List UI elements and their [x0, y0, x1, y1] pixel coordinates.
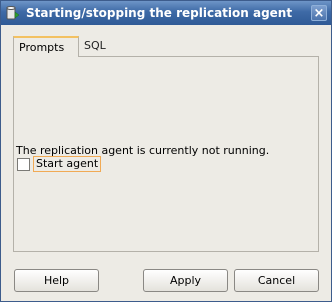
tab-prompts-label: Prompts [19, 41, 65, 54]
tab-prompts[interactable]: Prompts [13, 36, 79, 57]
start-agent-checkbox[interactable] [17, 158, 30, 171]
tab-sql-label: SQL [84, 39, 106, 52]
close-button[interactable]: × [311, 5, 327, 21]
help-button-label: Help [43, 274, 70, 287]
cancel-button-label: Cancel [257, 274, 296, 287]
apply-button-label: Apply [169, 274, 202, 287]
help-button[interactable]: Help [14, 269, 99, 292]
database-icon [6, 5, 20, 21]
dialog-title: Starting/stopping the replication agent [26, 6, 293, 20]
start-agent-label[interactable]: Start agent [33, 156, 102, 172]
tab-sql[interactable]: SQL [79, 36, 115, 57]
cancel-button[interactable]: Cancel [234, 269, 319, 292]
title-bar[interactable]: Starting/stopping the replication agent … [1, 1, 331, 25]
apply-button[interactable]: Apply [143, 269, 228, 292]
start-agent-label-text: Start agent [36, 157, 99, 170]
dialog-window: Starting/stopping the replication agent … [0, 0, 332, 302]
